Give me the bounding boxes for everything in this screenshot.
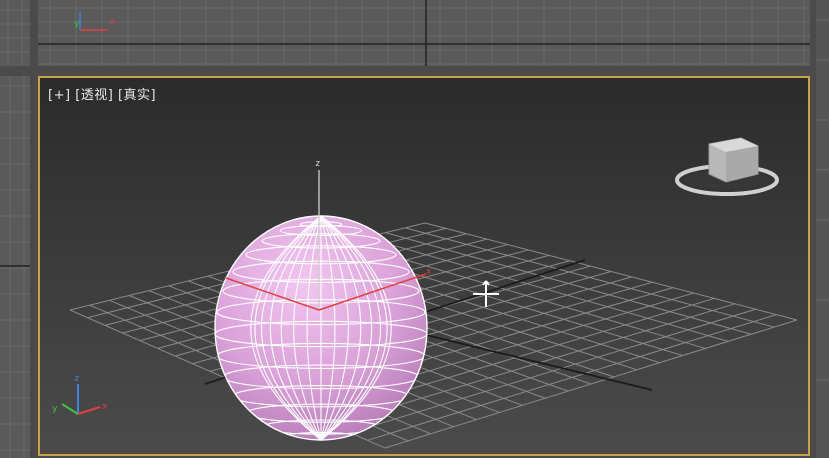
axis-label-x: x: [110, 17, 116, 27]
axis-label-y: y: [74, 19, 80, 29]
viewport-grid: y x: [38, 0, 810, 66]
move-cursor-icon: [473, 280, 499, 307]
perspective-scene[interactable]: z x z x y: [40, 78, 808, 454]
viewport-right-edge[interactable]: [816, 0, 829, 458]
tripod-label-y: y: [52, 404, 58, 414]
viewport-grid: [0, 76, 30, 458]
axis-gizmo-icon: y x: [74, 12, 116, 31]
home-grid: [69, 222, 798, 449]
viewport-left[interactable]: [0, 76, 30, 458]
viewcube-icon[interactable]: [675, 137, 779, 196]
gizmo-label-x: x: [426, 267, 432, 277]
viewport-top-right[interactable]: y x: [38, 0, 810, 66]
viewport-grid: [0, 0, 30, 66]
viewport-point-of-view-button[interactable]: [透视]: [75, 88, 113, 103]
tripod-label-x: x: [102, 402, 108, 412]
sphere-object[interactable]: [214, 215, 428, 446]
viewport-shading-button[interactable]: [真实]: [118, 88, 156, 103]
tripod-label-z: z: [74, 374, 79, 384]
viewport-top-left[interactable]: [0, 0, 30, 66]
gizmo-label-z: z: [315, 159, 320, 169]
viewport-menu-button[interactable]: [+]: [48, 88, 71, 103]
viewport-perspective[interactable]: z x z x y [+] [透视] [真实]: [38, 76, 810, 456]
viewport-grid: [816, 19, 829, 381]
axis-tripod-icon: z x y: [52, 374, 108, 415]
viewport-label: [+] [透视] [真实]: [48, 84, 156, 103]
